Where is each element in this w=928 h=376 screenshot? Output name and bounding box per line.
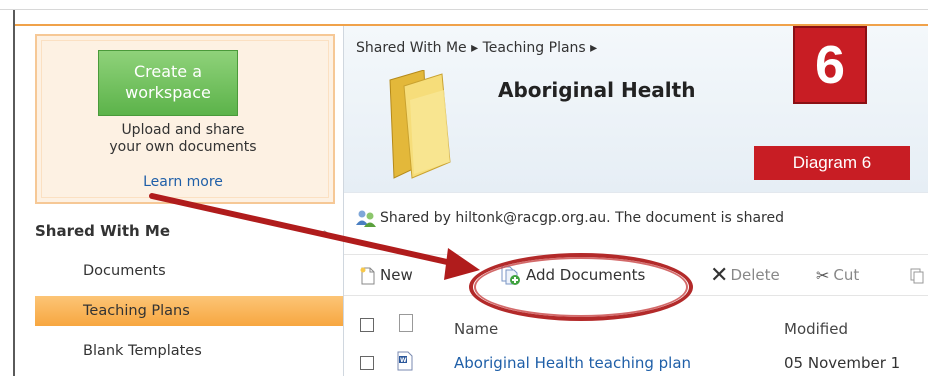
svg-text:W: W: [400, 357, 407, 364]
delete-button[interactable]: ✕ Delete: [710, 255, 780, 295]
annotation-ellipse-inner: [474, 257, 688, 317]
promo-text-line-1: Upload and share: [121, 122, 245, 138]
new-document-icon: [360, 267, 375, 284]
document-type-icon: [399, 314, 413, 332]
delete-label: Delete: [730, 266, 780, 284]
sidebar-item-documents[interactable]: Documents: [35, 256, 343, 286]
sidebar-item-blank-templates[interactable]: Blank Templates: [35, 336, 343, 366]
cut-label: Cut: [833, 266, 860, 284]
new-button[interactable]: New: [360, 255, 413, 295]
breadcrumb[interactable]: Shared With Me ▸ Teaching Plans ▸: [356, 40, 597, 56]
chevron-up-icon[interactable]: ︿: [318, 216, 331, 246]
copy-glyph: [910, 268, 924, 283]
section-title: Shared With Me: [35, 222, 170, 240]
main-panel: Shared With Me ▸ Teaching Plans ▸ Aborig…: [344, 26, 928, 376]
learn-more-link[interactable]: Learn more: [37, 174, 329, 190]
create-workspace-label-1: Create a: [133, 62, 203, 81]
create-workspace-label-2: workspace: [125, 83, 211, 102]
document-modified: 05 November 1: [784, 354, 901, 372]
sidebar: Create a workspace Upload and share your…: [15, 26, 344, 376]
diagram-label: Diagram 6: [754, 146, 910, 180]
column-name[interactable]: Name: [454, 320, 498, 338]
document-link[interactable]: Aboriginal Health teaching plan: [454, 354, 691, 372]
scissors-icon: ✂: [816, 265, 830, 285]
promo-description: Upload and share your own documents: [37, 122, 329, 156]
copy-icon[interactable]: [910, 255, 924, 295]
select-all-checkbox[interactable]: [360, 318, 374, 332]
shared-info-text: Shared by hiltonk@racgp.org.au. The docu…: [380, 210, 784, 226]
shared-users-icon: [356, 210, 376, 227]
new-label: New: [380, 266, 413, 284]
page-title: Aboriginal Health: [498, 78, 696, 102]
sidebar-item-teaching-plans[interactable]: Teaching Plans: [35, 296, 343, 326]
word-document-icon: W: [397, 351, 413, 371]
shared-info: Shared by hiltonk@racgp.org.au. The docu…: [356, 209, 784, 227]
annotation-badge: 6: [793, 26, 867, 104]
delete-x-icon: ✕: [710, 262, 729, 288]
cut-button[interactable]: ✂ Cut: [816, 255, 859, 295]
create-workspace-promo: Create a workspace Upload and share your…: [35, 34, 335, 204]
promo-text-line-2: your own documents: [109, 139, 257, 155]
create-workspace-button[interactable]: Create a workspace: [98, 50, 238, 116]
table-row[interactable]: W Aboriginal Health teaching plan 05 Nov…: [344, 348, 928, 376]
column-modified[interactable]: Modified: [784, 320, 848, 338]
section-header-shared-with-me[interactable]: Shared With Me ︿: [35, 216, 343, 246]
row-checkbox[interactable]: [360, 356, 374, 370]
window-top-strip: [0, 0, 928, 10]
folder-icon: [389, 70, 451, 179]
